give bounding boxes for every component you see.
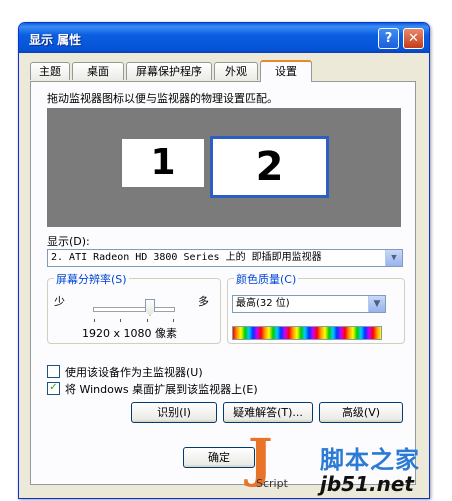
resolution-slider-thumb[interactable] [145, 299, 155, 316]
slider-tick [94, 319, 95, 322]
color-quality-legend: 颜色质量(C) [234, 271, 299, 287]
color-quality-group: 颜色质量(C) 最高(32 位) ▼ [227, 271, 405, 344]
help-button[interactable]: ? [378, 28, 399, 49]
instruction-text: 拖动监视器图标以便与监视器的物理设置匹配。 [47, 92, 278, 105]
watermark-url: jb51.net [320, 472, 414, 496]
chevron-down-icon[interactable]: ▼ [385, 250, 402, 266]
resolution-value: 1920 x 1080 像素 [82, 327, 177, 340]
display-properties-window: 显示 属性 ? ✕ 主题 桌面 屏幕保护程序 外观 设置 拖动监视器图标以便与监… [18, 22, 430, 499]
settings-panel: 拖动监视器图标以便与监视器的物理设置匹配。 1 2 显示(D): 2. ATI … [30, 81, 416, 485]
resolution-legend: 屏幕分辨率(S) [54, 271, 129, 287]
slider-tick [147, 319, 148, 322]
primary-monitor-label[interactable]: 使用该设备作为主监视器(U) [65, 364, 203, 380]
resolution-more-label: 多 [198, 295, 209, 308]
title-bar[interactable]: 显示 属性 ? ✕ [19, 23, 429, 53]
color-quality-select[interactable]: 最高(32 位) ▼ [232, 295, 386, 313]
identify-button[interactable]: 识别(I) [131, 402, 217, 423]
resolution-less-label: 少 [54, 295, 65, 308]
chevron-down-icon[interactable]: ▼ [368, 296, 385, 312]
tab-themes[interactable]: 主题 [30, 62, 70, 80]
ok-button[interactable]: 确定 [183, 447, 255, 468]
tab-settings[interactable]: 设置 [260, 60, 312, 82]
tab-appearance[interactable]: 外观 [214, 62, 258, 80]
monitor-1-icon[interactable]: 1 [122, 139, 204, 187]
resolution-slider-track[interactable] [93, 307, 175, 312]
advanced-button[interactable]: 高级(V) [319, 402, 403, 423]
extend-desktop-label[interactable]: 将 Windows 桌面扩展到该监视器上(E) [65, 381, 258, 397]
primary-monitor-checkbox[interactable] [47, 365, 60, 378]
watermark-script-text: Script [256, 477, 288, 490]
color-spectrum-bar [232, 326, 382, 340]
tab-screensaver[interactable]: 屏幕保护程序 [126, 62, 212, 80]
display-select[interactable]: 2. ATI Radeon HD 3800 Series 上的 即插即用监视器 … [47, 249, 403, 267]
watermark-site-name: 脚本之家 [320, 446, 420, 474]
monitor-2-icon[interactable]: 2 [210, 136, 329, 198]
close-button[interactable]: ✕ [403, 28, 424, 49]
slider-tick [120, 319, 121, 322]
tab-desktop[interactable]: 桌面 [72, 62, 124, 80]
extend-desktop-checkbox[interactable]: ✓ [47, 382, 60, 395]
slider-tick [173, 319, 174, 322]
color-quality-value: 最高(32 位) [236, 298, 290, 309]
troubleshoot-button[interactable]: 疑难解答(T)... [223, 402, 313, 423]
monitor-arrangement-area: 1 2 [47, 108, 401, 227]
window-title: 显示 属性 [29, 33, 82, 47]
display-select-value: 2. ATI Radeon HD 3800 Series 上的 即插即用监视器 [51, 252, 322, 263]
resolution-group: 屏幕分辨率(S) 少 多 1920 x 1080 像素 [47, 271, 221, 344]
display-label: 显示(D): [47, 235, 90, 248]
